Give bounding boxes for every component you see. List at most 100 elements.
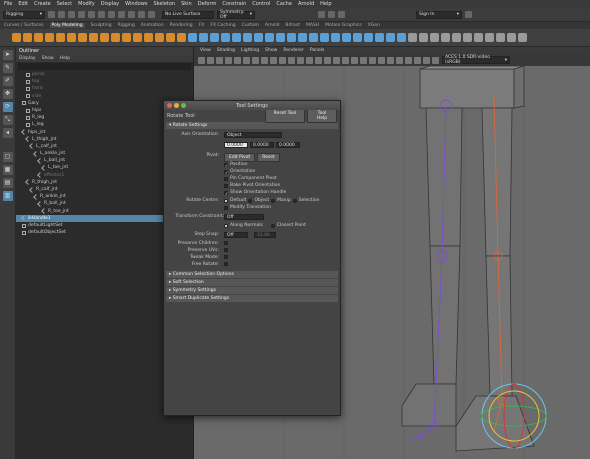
- shelf-tab-sculpting[interactable]: Sculpting: [91, 23, 112, 28]
- poly-uv-editor-icon[interactable]: [386, 33, 395, 42]
- scale-tool-icon[interactable]: ⤡: [2, 115, 13, 125]
- antialias-icon[interactable]: [369, 56, 376, 64]
- poly-freeze-icon[interactable]: [463, 33, 472, 42]
- motion-blur-icon[interactable]: [360, 56, 367, 64]
- lasso-tool-icon[interactable]: ✎: [2, 63, 13, 73]
- poly-bridge-icon[interactable]: [254, 33, 263, 42]
- menu-constrain[interactable]: Constrain: [222, 1, 246, 7]
- step-snap-dropdown[interactable]: Off: [224, 232, 248, 238]
- outliner-row[interactable]: front: [16, 85, 193, 92]
- paint-select-icon[interactable]: ✐: [2, 76, 13, 86]
- tool-settings-titlebar[interactable]: Tool Settings: [164, 101, 340, 110]
- show-orientation-handle-checkbox[interactable]: ✓: [224, 190, 228, 195]
- shelf-tab-rendering[interactable]: Rendering: [170, 23, 193, 28]
- poly-shrink-icon[interactable]: [496, 33, 505, 42]
- poly-auto-map-icon[interactable]: [430, 33, 439, 42]
- safe-action-icon[interactable]: [279, 56, 286, 64]
- poly-sphere-icon[interactable]: [12, 33, 21, 42]
- poly-soccer-icon[interactable]: [155, 33, 164, 42]
- poly-merge-icon[interactable]: [276, 33, 285, 42]
- menu-help[interactable]: Help: [320, 1, 331, 7]
- render-icon[interactable]: [318, 11, 325, 18]
- menu-control[interactable]: Control: [252, 1, 270, 7]
- poly-prism-icon[interactable]: [111, 33, 120, 42]
- color-management-icon[interactable]: [432, 56, 439, 64]
- gate-mask-icon[interactable]: [261, 56, 268, 64]
- preserve-children-checkbox[interactable]: [224, 241, 228, 245]
- shelf-tab-animation[interactable]: Animation: [141, 23, 164, 28]
- hips-mesh[interactable]: [419, 66, 525, 109]
- snap-point-icon[interactable]: [148, 11, 155, 18]
- poly-snap-icon[interactable]: [474, 33, 483, 42]
- undo-icon[interactable]: [78, 11, 85, 18]
- viewport-menu-show[interactable]: Show: [265, 48, 277, 53]
- isolate-icon[interactable]: [378, 56, 385, 64]
- camera-select-icon[interactable]: [198, 56, 205, 64]
- select-hierarchy-icon[interactable]: [98, 11, 105, 18]
- render-settings-icon[interactable]: [338, 11, 345, 18]
- bookmark-icon[interactable]: [216, 56, 223, 64]
- position-checkbox[interactable]: ✓: [224, 162, 228, 167]
- poly-ring-icon[interactable]: [518, 33, 527, 42]
- lights-icon[interactable]: [333, 56, 340, 64]
- last-tool-icon[interactable]: ◂: [2, 128, 13, 138]
- tool-help-button[interactable]: Tool Help: [307, 108, 337, 123]
- redo-icon[interactable]: [88, 11, 95, 18]
- poly-quadrangulate-icon[interactable]: [364, 33, 373, 42]
- poly-fill-hole-icon[interactable]: [287, 33, 296, 42]
- axis-orientation-dropdown[interactable]: Object: [224, 132, 282, 138]
- poly-multi-cut-icon[interactable]: [298, 33, 307, 42]
- shelf-tab-xgen[interactable]: XGen: [368, 23, 380, 28]
- grid-icon[interactable]: [234, 56, 241, 64]
- edit-pivot-button[interactable]: Edit Pivot: [224, 153, 256, 162]
- layout-outliner-icon[interactable]: ▤: [2, 178, 13, 188]
- resolution-gate-icon[interactable]: [252, 56, 259, 64]
- workspace-icon[interactable]: [465, 11, 472, 18]
- preserve-uvs-checkbox[interactable]: [224, 248, 228, 252]
- wireframe-on-shaded-icon[interactable]: [315, 56, 322, 64]
- poly-cylindrical-map-icon[interactable]: [408, 33, 417, 42]
- film-gate-icon[interactable]: [243, 56, 250, 64]
- shelf-tab-custom[interactable]: Custom: [242, 23, 259, 28]
- viewport-menu-panels[interactable]: Panels: [310, 48, 324, 53]
- open-scene-icon[interactable]: [58, 11, 65, 18]
- poly-delete-history-icon[interactable]: [441, 33, 450, 42]
- poly-boolean-icon[interactable]: [232, 33, 241, 42]
- shelf-tab-arnold[interactable]: Arnold: [265, 23, 280, 28]
- xray-icon[interactable]: [387, 56, 394, 64]
- poly-smooth-icon[interactable]: [221, 33, 230, 42]
- save-scene-icon[interactable]: [68, 11, 75, 18]
- poly-mirror-icon[interactable]: [342, 33, 351, 42]
- menu-arnold[interactable]: Arnold: [298, 1, 314, 7]
- shadows-icon[interactable]: [342, 56, 349, 64]
- exposure-icon[interactable]: [414, 56, 421, 64]
- soft-selection-section[interactable]: ▸ Soft Selection: [166, 279, 338, 286]
- field-chart-icon[interactable]: [270, 56, 277, 64]
- new-scene-icon[interactable]: [48, 11, 55, 18]
- bake-pivot-orientation-checkbox[interactable]: [224, 183, 228, 188]
- menu-skeleton[interactable]: Skeleton: [153, 1, 175, 7]
- move-tool-icon[interactable]: ✥: [2, 89, 13, 99]
- layout-persp-outliner-icon[interactable]: ▥: [2, 191, 13, 201]
- rotate-center-default-radio[interactable]: [224, 198, 228, 203]
- shelf-tab-fx[interactable]: FX: [199, 23, 205, 28]
- menu-deform[interactable]: Deform: [198, 1, 217, 7]
- screen-space-ao-icon[interactable]: [351, 56, 358, 64]
- ipr-render-icon[interactable]: [328, 11, 335, 18]
- rotate-center-selection-radio[interactable]: [292, 198, 297, 203]
- symmetry-settings-section[interactable]: ▸ Symmetry Settings: [166, 287, 338, 294]
- poly-gear-icon[interactable]: [144, 33, 153, 42]
- colorspace-dropdown[interactable]: ACES 1.0 SDR-video (sRGB) ▾: [442, 55, 510, 65]
- common-selection-options-section[interactable]: ▸ Common Selection Options: [166, 271, 338, 278]
- axis-value-y-input[interactable]: 0.0000: [250, 142, 274, 148]
- viewport-menu-view[interactable]: View: [200, 48, 211, 53]
- poly-triangulate-icon[interactable]: [353, 33, 362, 42]
- poly-disc-icon[interactable]: [78, 33, 87, 42]
- wireframe-icon[interactable]: [297, 56, 304, 64]
- shelf-tab-bifrost[interactable]: Bifrost: [285, 23, 300, 28]
- outliner-menu-show[interactable]: Show: [42, 56, 54, 61]
- poly-quad-draw-icon[interactable]: [331, 33, 340, 42]
- snap-grid-icon[interactable]: [128, 11, 135, 18]
- viewport-menu-renderer[interactable]: Renderer: [283, 48, 304, 53]
- mode-dropdown[interactable]: Rigging ▾: [3, 10, 45, 19]
